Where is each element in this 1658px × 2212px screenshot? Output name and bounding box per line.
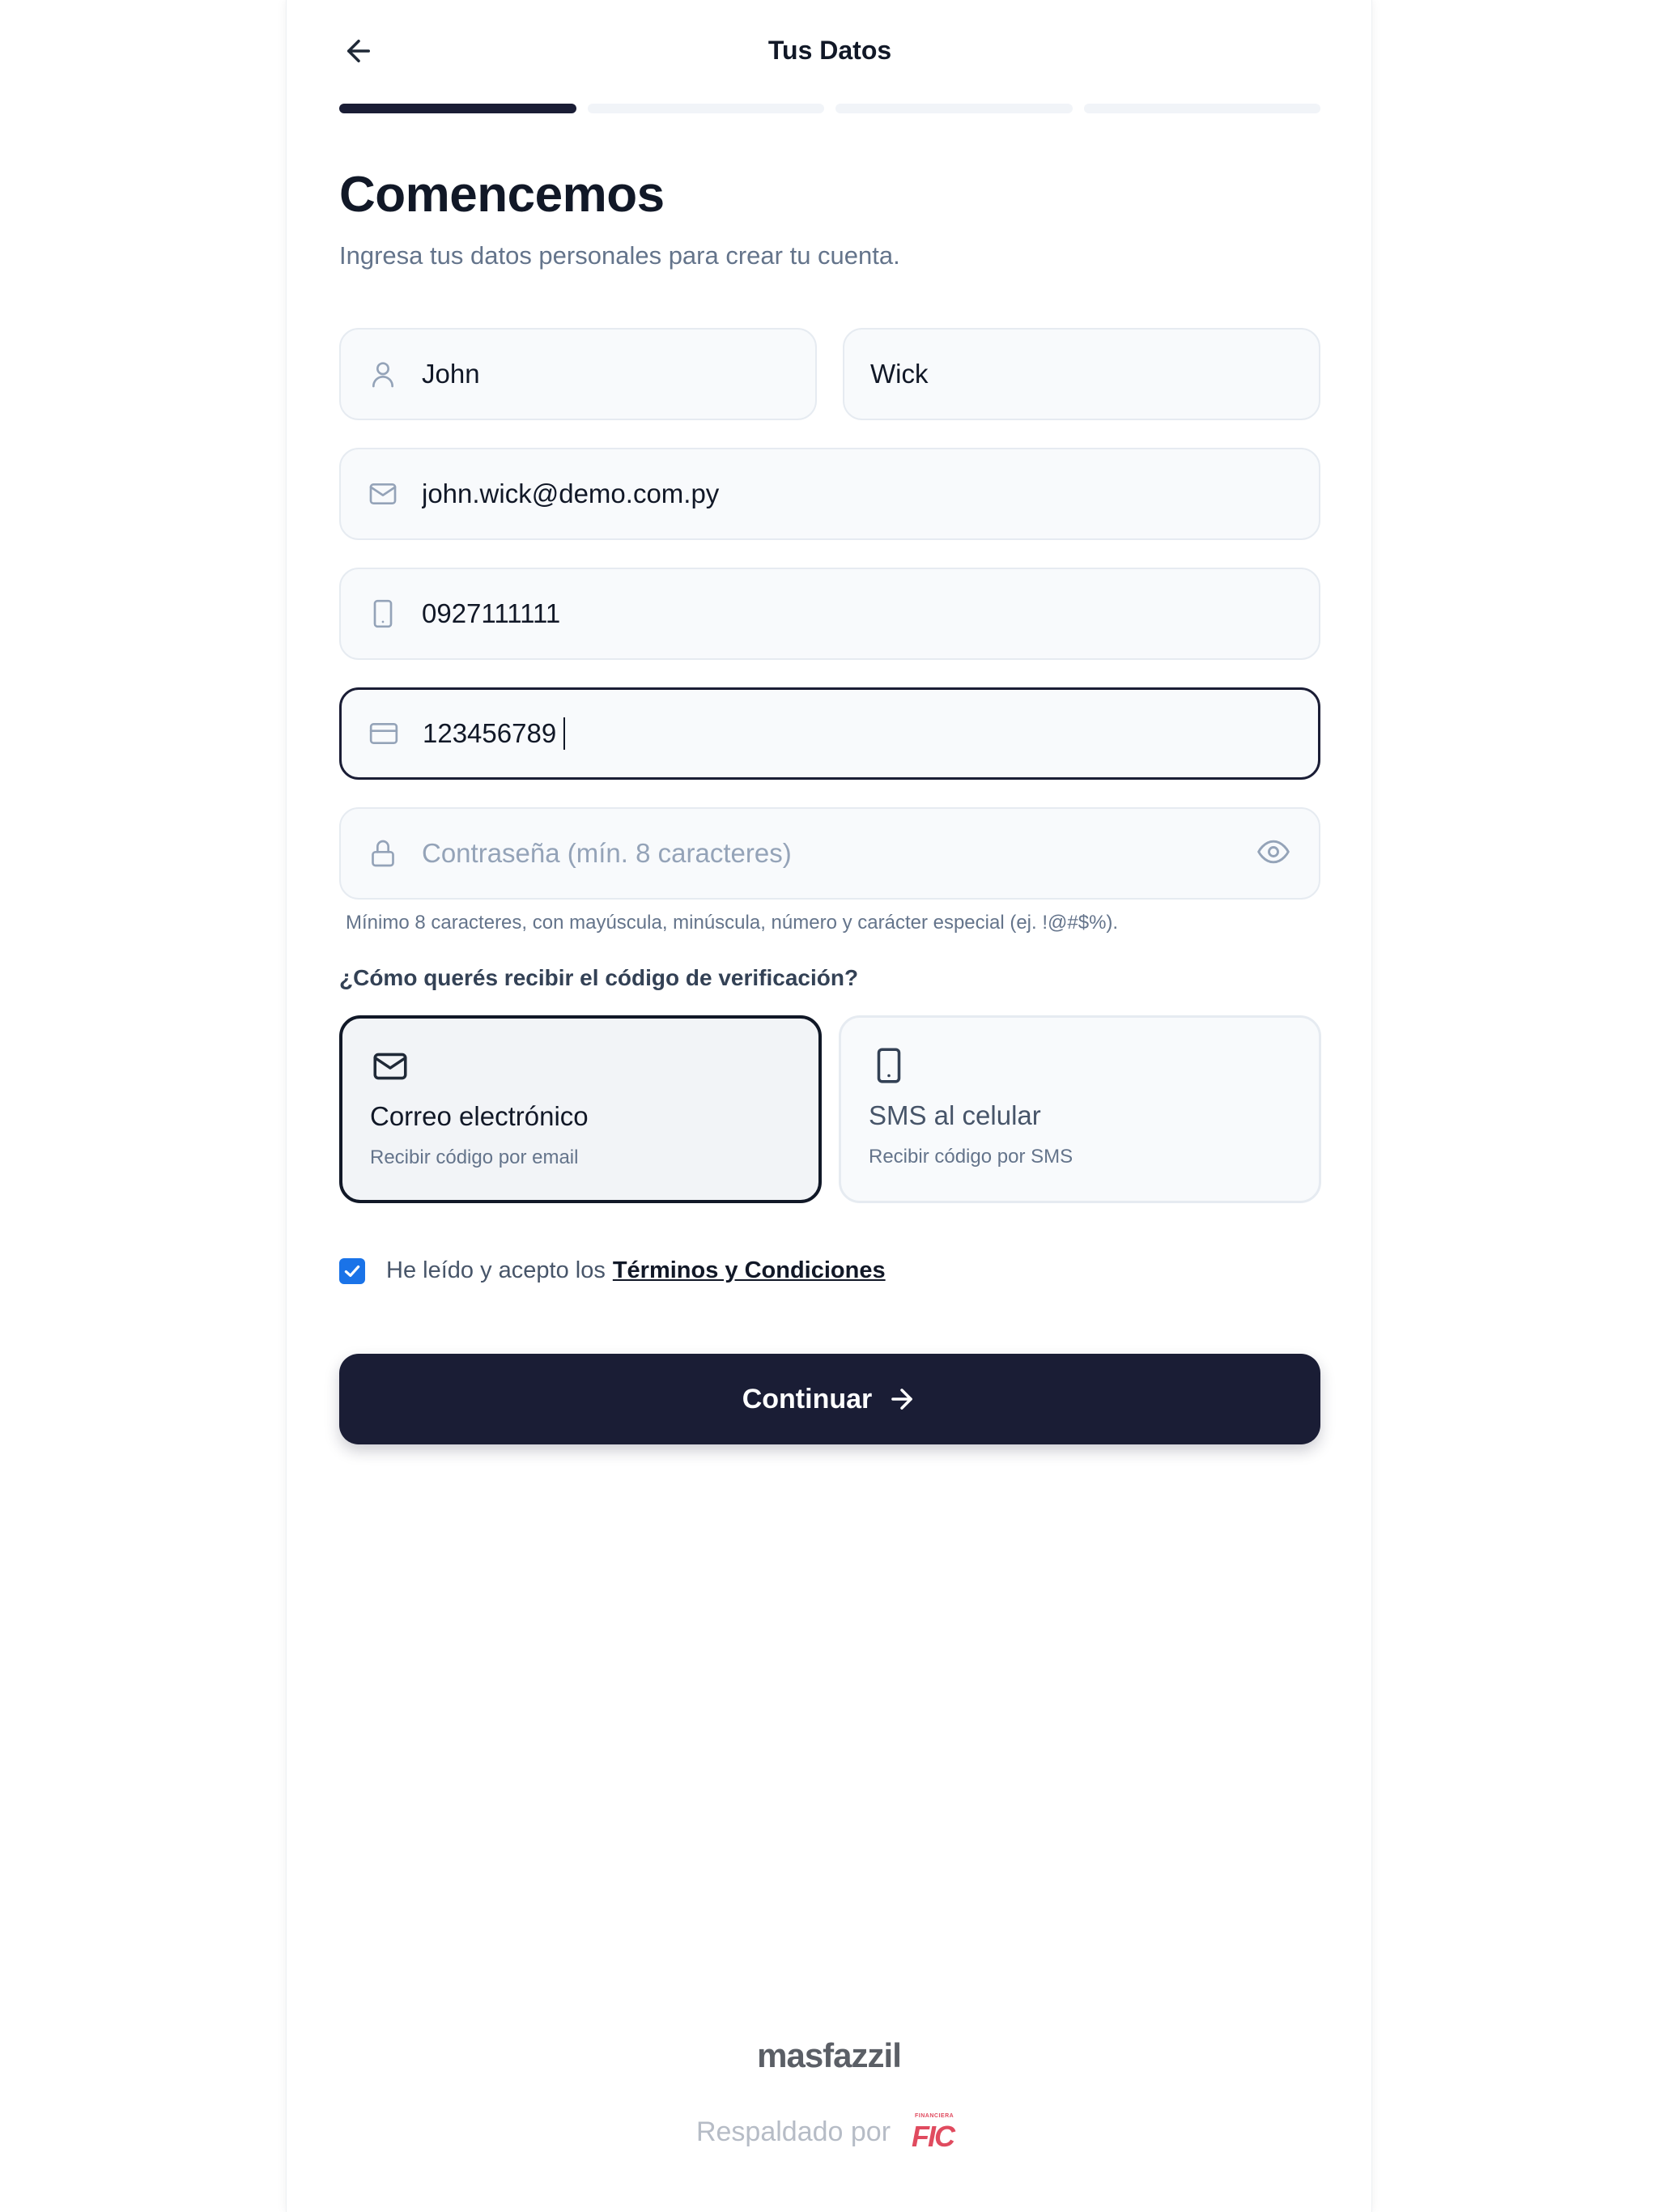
verify-by-sms-option[interactable]: SMS al celular Recibir código por SMS — [839, 1015, 1321, 1203]
app-frame: Tus Datos Comencemos Ingresa tus datos p… — [286, 0, 1372, 2212]
verification-question: ¿Cómo querés recibir el código de verifi… — [339, 965, 859, 990]
progress-step-2 — [587, 104, 824, 113]
terms-text: He leído y acepto los — [386, 1257, 606, 1283]
id-card-icon — [368, 717, 400, 750]
partner-logo-mark: FIC — [912, 2120, 955, 2153]
progress-step-4 — [1083, 104, 1320, 113]
phone-field[interactable] — [339, 568, 1320, 660]
password-input[interactable] — [422, 829, 1254, 878]
mail-icon — [367, 478, 399, 510]
terms-link[interactable]: Términos y Condiciones — [613, 1257, 886, 1284]
option-subtitle: Recibir código por SMS — [869, 1146, 1073, 1168]
progress-step-1 — [339, 104, 576, 113]
text-caret — [563, 717, 565, 750]
terms-row: He leído y acepto los Términos y Condici… — [339, 1257, 886, 1284]
first-name-field[interactable] — [339, 328, 817, 420]
last-name-field[interactable] — [843, 328, 1320, 420]
step-progress — [339, 104, 1320, 113]
phone-input[interactable] — [422, 589, 1293, 638]
partner-logo: FINANCIERA FIC — [912, 2113, 962, 2153]
backed-by-text: Respaldado por — [695, 2116, 891, 2147]
first-name-input[interactable] — [422, 350, 789, 398]
option-subtitle: Recibir código por email — [370, 1146, 579, 1168]
backed-by-row: Respaldado por FINANCIERA FIC — [287, 2113, 1371, 2153]
email-input[interactable] — [422, 470, 1293, 518]
eye-icon — [1256, 834, 1291, 874]
email-field[interactable] — [339, 448, 1320, 540]
header: Tus Datos — [287, 0, 1373, 104]
partner-logo-caption: FINANCIERA — [915, 2113, 954, 2119]
password-field[interactable] — [339, 807, 1320, 900]
terms-checkbox[interactable] — [339, 1257, 365, 1284]
checkmark-icon — [342, 1261, 363, 1282]
phone-icon — [869, 1045, 909, 1086]
continue-button-label: Continuar — [742, 1383, 873, 1414]
option-title: Correo electrónico — [370, 1101, 589, 1131]
headline: Comencemos — [339, 167, 665, 223]
subheadline: Ingresa tus datos personales para crear … — [339, 241, 900, 270]
phone-icon — [367, 598, 399, 630]
last-name-input[interactable] — [870, 350, 1293, 398]
password-hint: Mínimo 8 caracteres, con mayúscula, minú… — [346, 912, 1119, 934]
document-field[interactable] — [339, 687, 1320, 780]
verify-by-email-option[interactable]: Correo electrónico Recibir código por em… — [339, 1015, 822, 1203]
show-password-button[interactable] — [1254, 834, 1293, 873]
lock-icon — [367, 837, 399, 870]
user-icon — [367, 358, 399, 390]
option-title: SMS al celular — [869, 1100, 1041, 1130]
document-input[interactable] — [423, 709, 565, 758]
mail-icon — [370, 1046, 410, 1087]
page-title: Tus Datos — [767, 36, 892, 65]
progress-step-3 — [835, 104, 1073, 113]
continue-button[interactable]: Continuar — [339, 1354, 1320, 1444]
brand-logo: masfazzil — [757, 2036, 902, 2074]
arrow-right-icon — [886, 1384, 917, 1414]
